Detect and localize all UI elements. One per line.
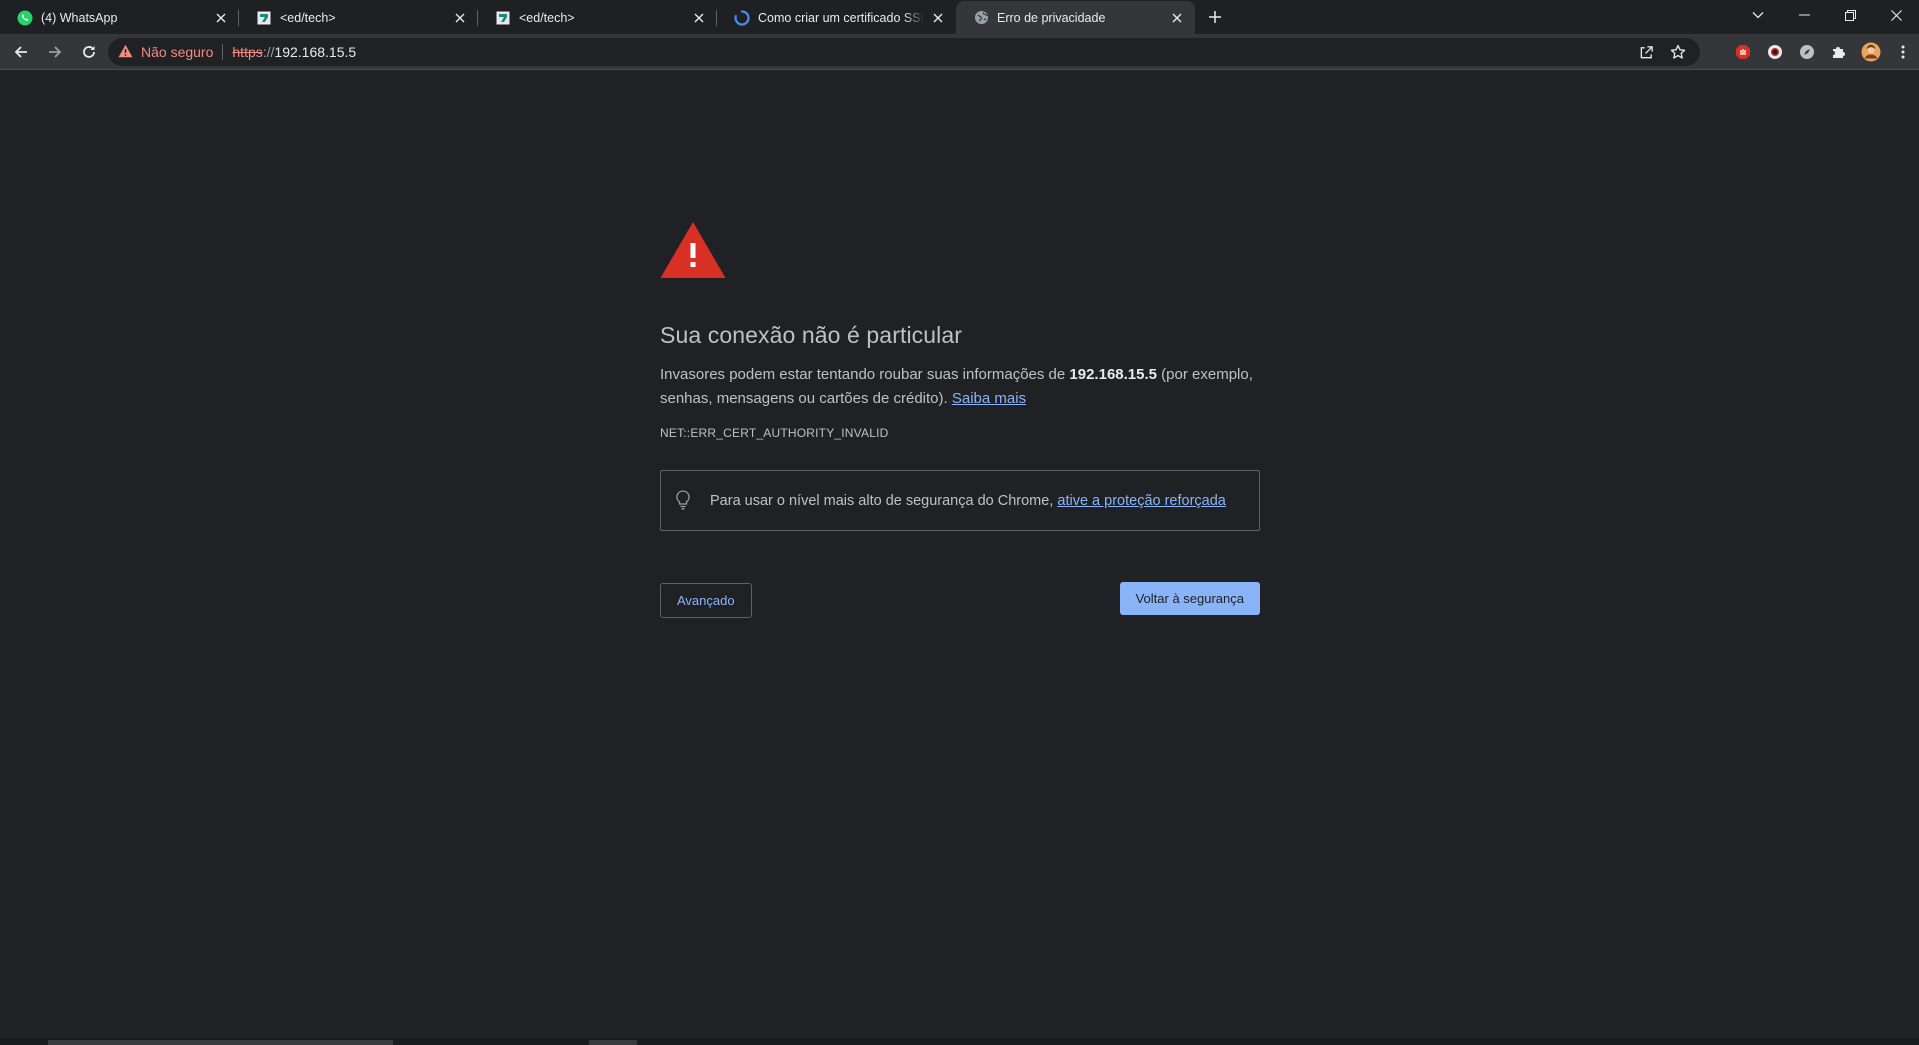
avatar [1861, 42, 1881, 62]
address-bar[interactable]: Não seguro https://192.168.15.5 [108, 38, 1700, 66]
learn-more-link[interactable]: Saiba mais [952, 390, 1026, 407]
page-title: Sua conexão não é particular [660, 322, 963, 348]
restore-button[interactable] [1827, 0, 1873, 30]
scrollbar-segment [48, 1040, 393, 1045]
bookmark-button[interactable] [1662, 38, 1694, 66]
forward-button[interactable] [41, 38, 69, 66]
tab-title: (4) WhatsApp [41, 10, 118, 25]
enhanced-protection-tip: Para usar o nível mais alto de segurança… [660, 470, 1260, 531]
globe-icon [973, 10, 989, 26]
omnibox-divider [222, 44, 224, 60]
url-separator: :// [262, 44, 275, 60]
tab-search-button[interactable] [1735, 0, 1781, 30]
reload-icon [83, 45, 95, 58]
compass-icon [1800, 45, 1814, 59]
chevron-down-icon [1752, 12, 1764, 19]
interstitial-content: Sua conexão não é particular Invasores p… [660, 221, 1260, 618]
profile-button[interactable] [1855, 36, 1887, 68]
lightbulb-icon [676, 489, 694, 512]
edtech-icon [495, 10, 511, 26]
hand-stop-icon [1736, 45, 1750, 59]
arrow-right-icon [49, 45, 62, 58]
extensions-area [1727, 34, 1919, 70]
star-icon [1670, 44, 1686, 59]
edtech-icon [256, 10, 272, 26]
share-button[interactable] [1630, 38, 1662, 66]
close-icon[interactable] [213, 10, 229, 26]
action-buttons: Avançado Voltar à segurança [660, 582, 1260, 618]
close-icon[interactable] [691, 10, 707, 26]
close-icon[interactable] [930, 10, 946, 26]
tab-ssl-guide[interactable]: Como criar um certificado SSL auto-assin… [717, 1, 956, 34]
arrow-left-icon [14, 45, 27, 58]
tab-edtech-1[interactable]: <ed/tech> [239, 1, 478, 34]
tab-strip: (4) WhatsApp <ed/tech> <ed/tech> Como cr… [0, 0, 1919, 34]
compass-extension[interactable] [1791, 36, 1823, 68]
url-host: 192.168.15.5 [274, 44, 357, 60]
advanced-button[interactable]: Avançado [660, 583, 752, 618]
reload-button[interactable] [75, 38, 103, 66]
tab-list: (4) WhatsApp <ed/tech> <ed/tech> Como cr… [0, 0, 1229, 34]
extensions-button[interactable] [1823, 36, 1855, 68]
back-button[interactable] [7, 38, 35, 66]
scrollbar-segment [589, 1040, 637, 1045]
adblock-extension[interactable] [1727, 36, 1759, 68]
description-host: 192.168.15.5 [1069, 366, 1157, 383]
minimize-icon [1798, 14, 1810, 16]
close-window-button[interactable] [1873, 0, 1919, 30]
url-scheme: https [232, 44, 263, 60]
close-icon[interactable] [452, 10, 468, 26]
tip-text: Para usar o nível mais alto de segurança… [710, 492, 1058, 509]
description-text: Invasores podem estar tentando roubar su… [660, 366, 1070, 383]
close-icon [1890, 9, 1902, 21]
record-icon [1768, 45, 1782, 59]
privacy-error-page: Sua conexão não é particular Invasores p… [0, 71, 1919, 1038]
tab-title: <ed/tech> [519, 10, 575, 25]
tab-whatsapp[interactable]: (4) WhatsApp [0, 1, 239, 34]
tab-title: <ed/tech> [280, 10, 336, 25]
browser-toolbar: Não seguro https://192.168.15.5 [0, 34, 1919, 70]
close-icon[interactable] [1169, 10, 1185, 26]
tab-edtech-2[interactable]: <ed/tech> [478, 1, 717, 34]
record-extension[interactable] [1759, 36, 1791, 68]
plus-icon [1209, 11, 1221, 23]
window-controls [1735, 0, 1919, 30]
tab-title: Erro de privacidade [997, 10, 1106, 25]
omnibox-actions [1630, 38, 1694, 66]
warning-icon [118, 44, 134, 60]
puzzle-icon [1833, 47, 1845, 58]
security-indicator[interactable]: Não seguro [118, 44, 213, 60]
warning-triangle-icon [660, 222, 726, 278]
new-tab-button[interactable] [1201, 3, 1229, 31]
not-secure-label: Não seguro [141, 44, 214, 60]
kebab-menu-icon [1901, 45, 1905, 59]
bottom-scroll-strip [0, 1038, 1919, 1045]
share-icon [1640, 45, 1653, 58]
restore-icon [1844, 9, 1856, 21]
error-code: NET::ERR_CERT_AUTHORITY_INVALID [660, 426, 889, 440]
back-to-safety-button[interactable]: Voltar à segurança [1119, 582, 1260, 615]
enhanced-protection-link[interactable]: ative a proteção reforçada [1057, 493, 1225, 509]
error-description: Invasores podem estar tentando roubar su… [660, 363, 1260, 411]
menu-button[interactable] [1887, 36, 1919, 68]
whatsapp-icon [17, 10, 33, 26]
loading-icon [734, 9, 750, 26]
tab-title: Como criar um certificado SSL auto-assin… [758, 10, 924, 25]
tab-privacy-error[interactable]: Erro de privacidade [956, 1, 1195, 34]
minimize-button[interactable] [1781, 0, 1827, 30]
